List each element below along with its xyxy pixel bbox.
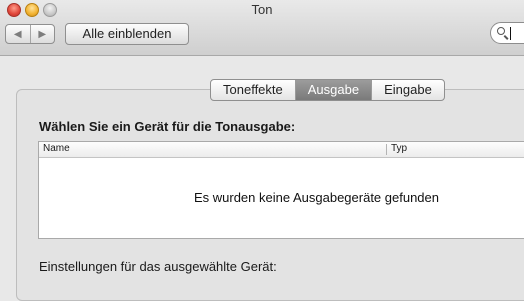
device-settings-label: Einstellungen für das ausgewählte Gerät: <box>39 259 277 274</box>
output-device-heading: Wählen Sie ein Gerät für die Tonausgabe: <box>39 119 296 134</box>
text-cursor <box>510 27 511 40</box>
tab-input[interactable]: Eingabe <box>371 80 444 100</box>
tab-output[interactable]: Ausgabe <box>294 80 372 100</box>
tab-bar: Toneffekte Ausgabe Eingabe <box>210 79 445 101</box>
history-nav: ◀ ▶ <box>5 24 55 44</box>
column-header-type[interactable]: Typ <box>391 143 407 154</box>
show-all-button[interactable]: Alle einblenden <box>65 23 189 45</box>
tab-sound-effects[interactable]: Toneffekte <box>211 80 295 100</box>
back-button[interactable]: ◀ <box>6 25 30 43</box>
forward-button[interactable]: ▶ <box>29 25 55 43</box>
chevron-left-icon: ◀ <box>13 28 22 40</box>
empty-table-message: Es wurden keine Ausgabegeräte gefunden <box>193 190 439 205</box>
column-divider[interactable] <box>386 144 387 155</box>
search-field[interactable] <box>490 22 524 44</box>
column-header-name[interactable]: Name <box>43 143 70 154</box>
output-device-table[interactable]: Name Typ Es wurden keine Ausgabegeräte g… <box>38 141 524 239</box>
table-header: Name Typ <box>39 142 524 158</box>
window-titlebar: Ton ◀ ▶ Alle einblenden <box>0 0 524 56</box>
chevron-right-icon: ▶ <box>38 28 47 40</box>
window-title: Ton <box>251 2 273 17</box>
search-icon <box>497 27 505 35</box>
